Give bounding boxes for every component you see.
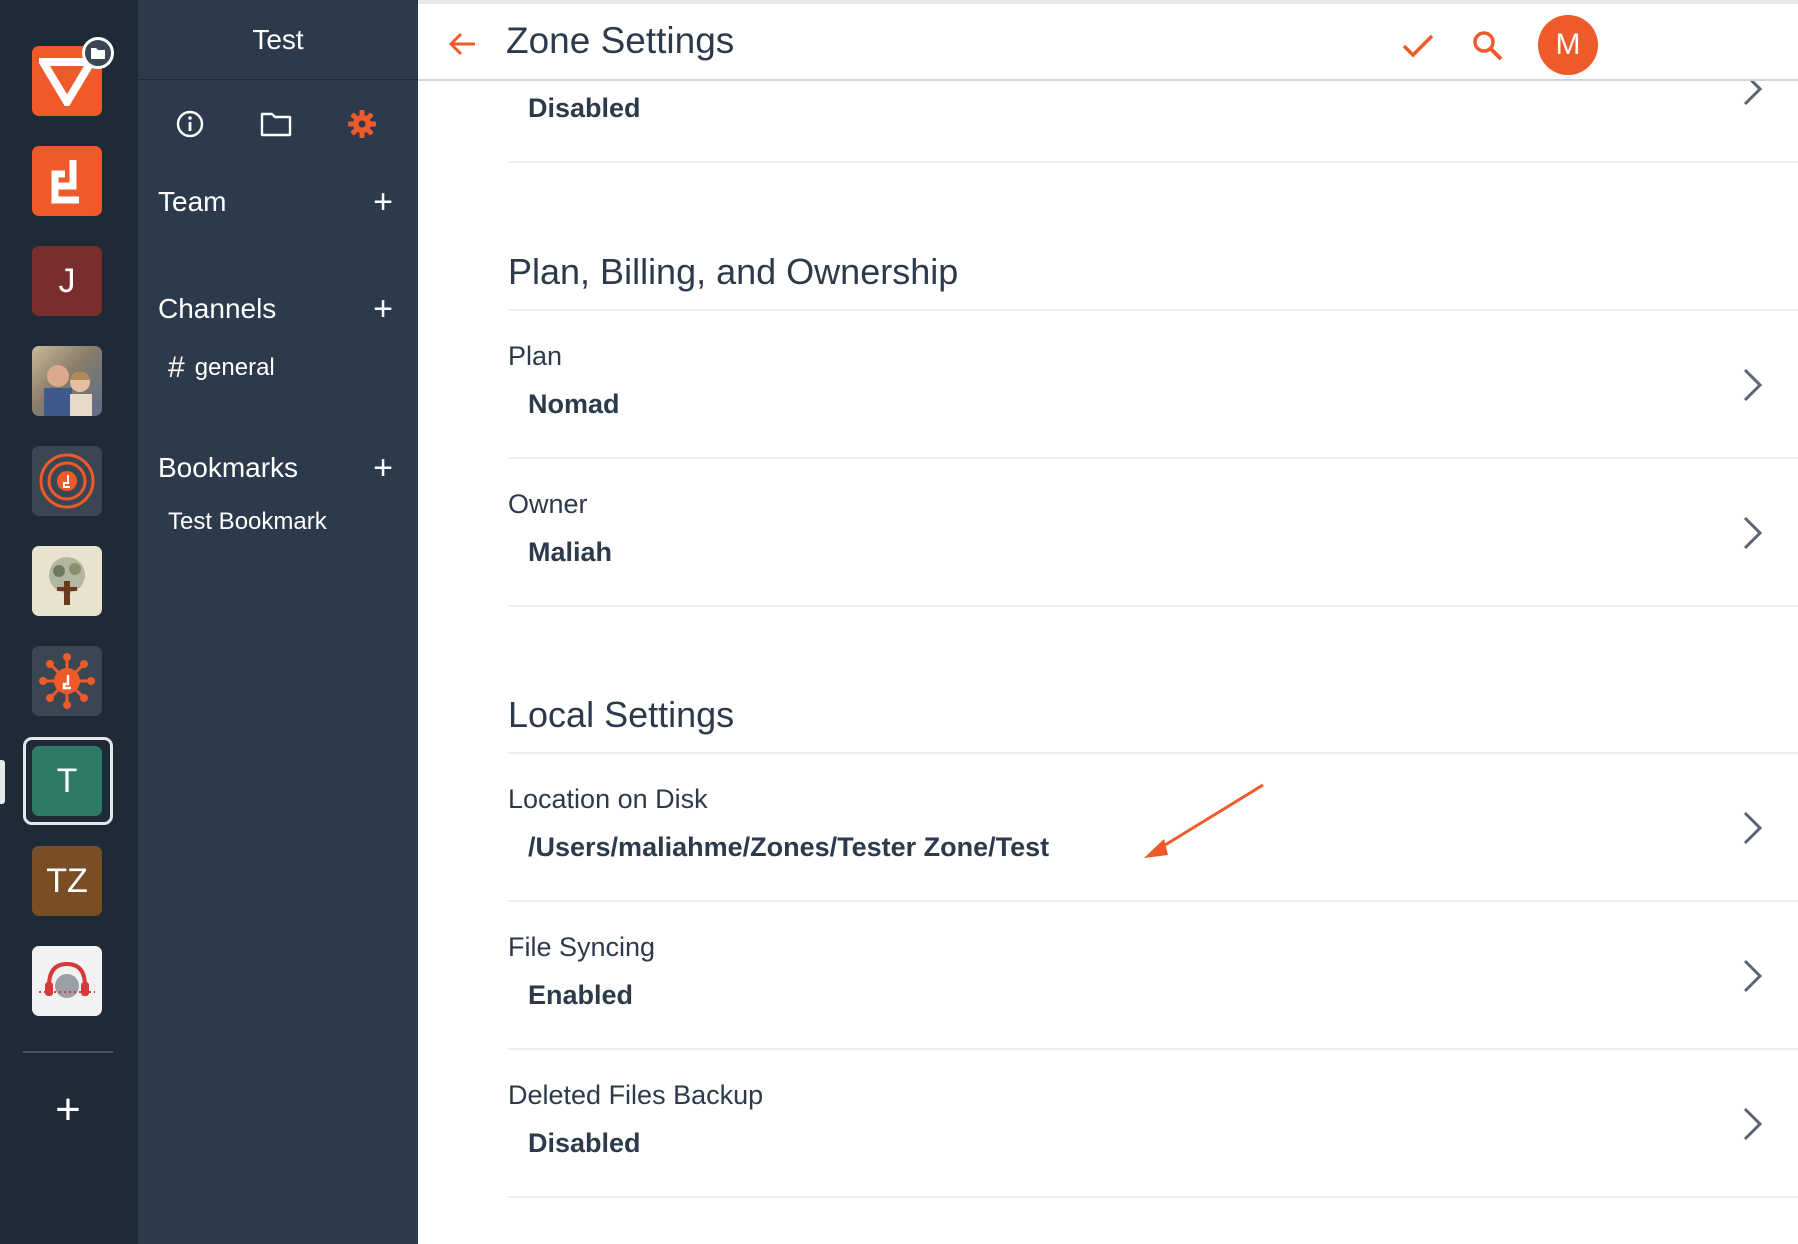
zone-photo-couple-icon[interactable] [32, 346, 102, 416]
zone-rail: J T TZ + [0, 0, 138, 1244]
setting-value: Disabled [528, 1128, 641, 1158]
app-window: J T TZ + Test Team + Channels + # genera… [0, 0, 1798, 1244]
zone-tz-icon[interactable]: TZ [32, 846, 102, 916]
setting-label: Plan [508, 341, 563, 371]
settings-row-plan[interactable]: Plan Nomad [508, 311, 1798, 459]
section-header-local: Local Settings [508, 684, 1798, 754]
bookmarks-section-label: Bookmarks [158, 452, 299, 483]
info-icon[interactable] [170, 104, 210, 144]
add-channel-button[interactable]: + [368, 292, 398, 326]
bookmark-label: Test Bookmark [168, 508, 327, 535]
add-zone-button[interactable]: + [46, 1088, 90, 1132]
zone-logo-d-icon[interactable] [32, 146, 102, 216]
setting-label: File Syncing [508, 932, 656, 962]
header-bar: Zone Settings M [418, 0, 1798, 81]
section-header-plan: Plan, Billing, and Ownership [508, 241, 1798, 311]
team-section-header: Team + [158, 182, 398, 222]
back-arrow-icon[interactable] [444, 24, 480, 64]
zone-sidebar: Test Team + Channels + # general Bookmar [138, 0, 418, 1244]
zone-j-icon[interactable]: J [32, 246, 102, 316]
setting-value: /Users/maliahme/Zones/Tester Zone/Test [528, 832, 1050, 862]
gear-icon[interactable] [342, 104, 382, 144]
settings-row-owner[interactable]: Owner Maliah [508, 459, 1798, 607]
channel-label: general [194, 354, 275, 381]
chevron-right-icon [1738, 808, 1768, 848]
chevron-right-icon [1738, 513, 1768, 553]
sidebar-tabs [138, 104, 418, 144]
channel-item-general[interactable]: # general [168, 350, 275, 386]
setting-value: Enabled [528, 980, 634, 1010]
rail-divider [23, 1051, 113, 1053]
settings-row-deleted-backup[interactable]: Deleted Files Backup Disabled [508, 1050, 1798, 1198]
zone-logo-headphones-icon[interactable] [32, 946, 102, 1016]
setting-label: Owner [508, 489, 588, 519]
zone-logo-circle-icon[interactable] [32, 446, 102, 516]
folder-badge-icon [82, 37, 114, 69]
zone-j-letter: J [58, 261, 76, 300]
section-title: Local Settings [508, 694, 735, 735]
annotation-arrow-icon [1144, 783, 1264, 858]
channels-section-header: Channels + [158, 289, 398, 329]
zone-name: Test [138, 0, 418, 80]
zone-t-letter: T [56, 761, 78, 800]
folder-icon[interactable] [256, 104, 296, 144]
add-bookmark-button[interactable]: + [368, 451, 398, 485]
active-zone-indicator [0, 760, 5, 804]
setting-label: Location on Disk [508, 784, 708, 814]
team-section-label: Team [158, 186, 227, 217]
channels-section-label: Channels [158, 293, 277, 324]
zone-logo-network-icon[interactable] [32, 646, 102, 716]
checkmark-icon[interactable] [1398, 26, 1438, 66]
bookmark-item[interactable]: Test Bookmark [168, 504, 327, 540]
search-icon[interactable] [1468, 26, 1508, 66]
chevron-right-icon [1738, 81, 1768, 109]
section-title: Plan, Billing, and Ownership [508, 251, 959, 292]
setting-label: Deleted Files Backup [508, 1080, 764, 1110]
settings-row-top[interactable]: Disabled [508, 81, 1798, 163]
zone-tz-letter: TZ [46, 861, 88, 900]
main-panel: Disabled Plan, Billing, and Ownership Pl… [418, 0, 1798, 1244]
zone-t-icon[interactable]: T [32, 746, 102, 816]
zone-logo-tree-icon[interactable] [32, 546, 102, 616]
chevron-right-icon [1738, 1104, 1768, 1144]
chevron-right-icon [1738, 956, 1768, 996]
bookmarks-section-header: Bookmarks + [158, 448, 398, 488]
settings-list: Disabled Plan, Billing, and Ownership Pl… [418, 81, 1798, 1244]
setting-value: Maliah [528, 537, 613, 567]
user-avatar[interactable]: M [1538, 15, 1598, 75]
page-title: Zone Settings [506, 20, 735, 61]
add-team-member-button[interactable]: + [368, 185, 398, 219]
chevron-right-icon [1738, 365, 1768, 405]
settings-row-file-syncing[interactable]: File Syncing Enabled [508, 902, 1798, 1050]
setting-value: Nomad [528, 389, 620, 419]
setting-value: Disabled [528, 93, 641, 123]
hash-icon: # [168, 351, 185, 384]
